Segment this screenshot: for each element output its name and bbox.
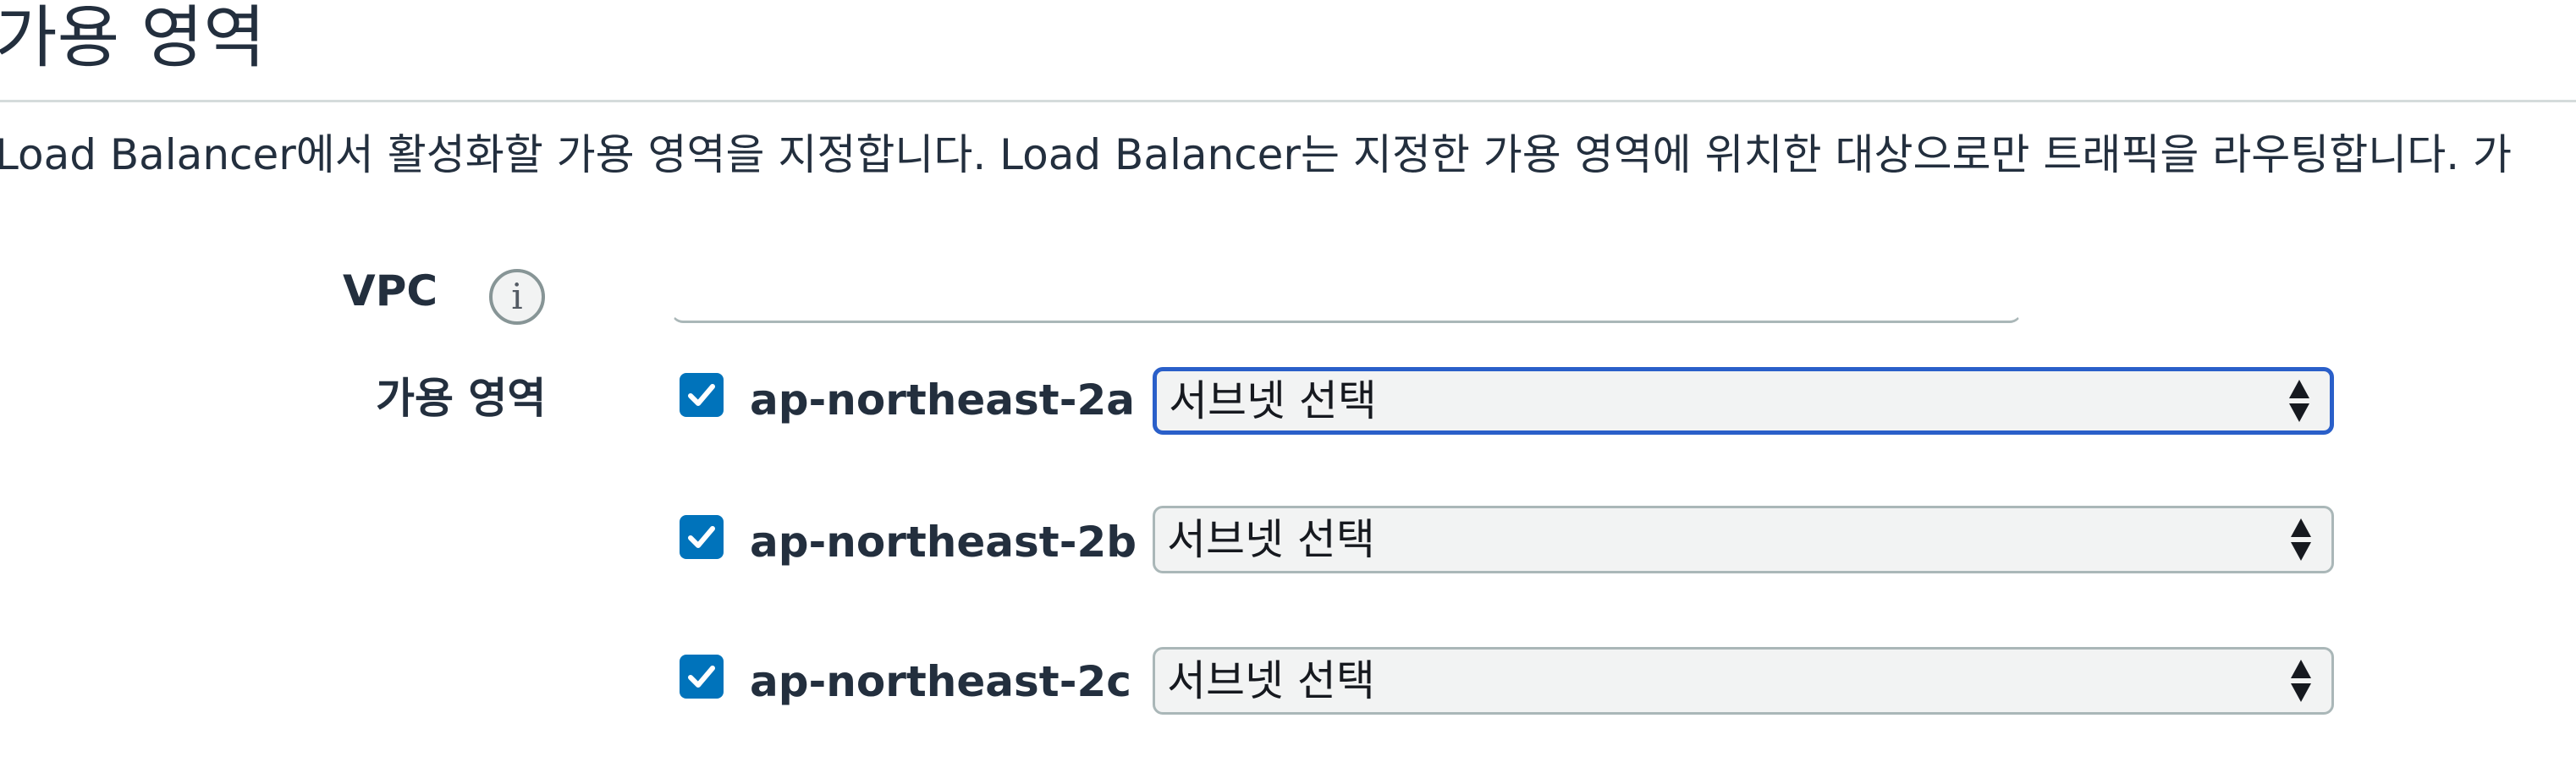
section-title: 가용 영역 (0, 0, 266, 77)
section-description: Load Balancer에서 활성화할 가용 영역을 지정합니다. Load … (0, 130, 2513, 179)
select-arrows-icon (2284, 514, 2318, 565)
availability-zone-label: 가용 영역 (376, 374, 547, 423)
subnet-select-2c[interactable]: 서브넷 선택 (1153, 647, 2334, 715)
checkmark-icon (688, 526, 715, 548)
az-checkbox-2a[interactable] (680, 373, 724, 417)
subnet-select-2a[interactable]: 서브넷 선택 (1153, 367, 2334, 435)
section-divider (0, 100, 2576, 102)
checkmark-icon (688, 384, 715, 406)
az-name-2b: ap-northeast-2b (750, 518, 1137, 567)
checkmark-icon (688, 666, 715, 688)
vpc-label: VPC (343, 266, 438, 315)
info-icon[interactable]: i (489, 269, 545, 325)
subnet-select-value: 서브넷 선택 (1167, 515, 1375, 564)
subnet-select-2b[interactable]: 서브넷 선택 (1153, 506, 2334, 573)
subnet-select-value: 서브넷 선택 (1167, 656, 1375, 705)
az-checkbox-2c[interactable] (680, 655, 724, 699)
vpc-field[interactable] (671, 262, 2022, 323)
select-arrows-icon (2282, 376, 2316, 426)
az-name-2a: ap-northeast-2a (750, 376, 1135, 425)
az-name-2c: ap-northeast-2c (750, 657, 1131, 706)
az-checkbox-2b[interactable] (680, 515, 724, 559)
subnet-select-value: 서브넷 선택 (1169, 376, 1377, 425)
select-arrows-icon (2284, 655, 2318, 706)
